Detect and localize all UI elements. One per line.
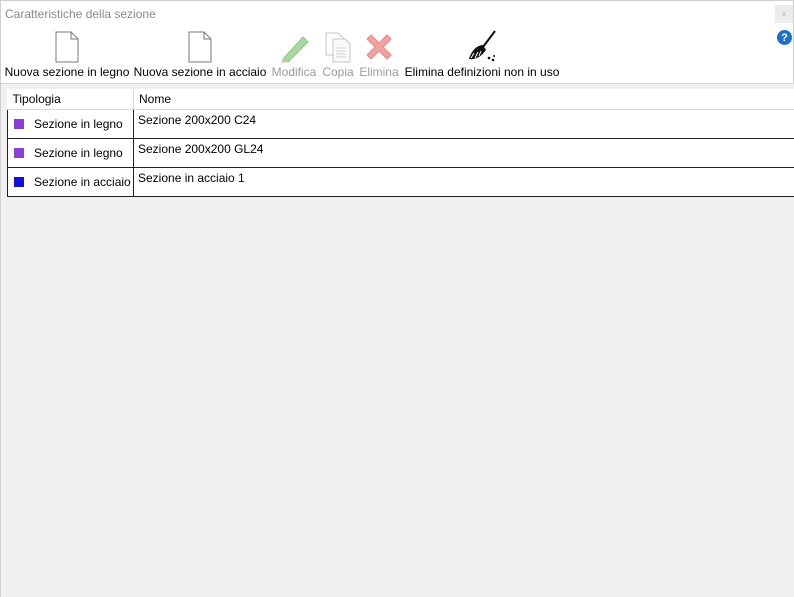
edit-label: Modifica bbox=[271, 65, 317, 79]
delete-x-icon bbox=[363, 27, 395, 65]
copy-label: Copia bbox=[322, 65, 354, 79]
title-bar: Caratteristiche della sezione × bbox=[1, 1, 794, 27]
new-document-icon bbox=[188, 27, 212, 65]
purge-unused-label: Elimina definizioni non in uso bbox=[404, 65, 560, 79]
close-icon: × bbox=[781, 9, 787, 19]
table-header-row: Tipologia Nome bbox=[7, 89, 794, 110]
table-row[interactable]: Sezione in acciaio Sezione in acciaio 1 bbox=[7, 166, 794, 197]
column-header-tipologia[interactable]: Tipologia bbox=[7, 89, 134, 110]
edit-button[interactable]: Modifica bbox=[269, 27, 319, 83]
tipologia-label: Sezione in legno bbox=[34, 145, 123, 160]
section-color-swatch bbox=[14, 118, 24, 129]
window-title: Caratteristiche della sezione bbox=[5, 7, 156, 21]
tipologia-label: Sezione in legno bbox=[34, 116, 123, 131]
column-header-nome[interactable]: Nome bbox=[133, 89, 794, 110]
broom-icon bbox=[465, 27, 499, 65]
section-color-swatch bbox=[14, 176, 24, 187]
table-row[interactable]: Sezione in legno Sezione 200x200 C24 bbox=[7, 108, 794, 139]
new-wood-section-label: Nuova sezione in legno bbox=[4, 65, 130, 79]
sections-grid-area: Tipologia Nome Sezione in legno Sezione … bbox=[1, 83, 794, 597]
new-document-icon bbox=[55, 27, 79, 65]
delete-button[interactable]: Elimina bbox=[358, 27, 400, 83]
nome-cell[interactable]: Sezione 200x200 C24 bbox=[133, 108, 794, 139]
nome-cell[interactable]: Sezione in acciaio 1 bbox=[133, 166, 794, 197]
delete-label: Elimina bbox=[359, 65, 399, 79]
close-button[interactable]: × bbox=[775, 5, 793, 23]
copy-button[interactable]: Copia bbox=[321, 27, 355, 83]
table-row[interactable]: Sezione in legno Sezione 200x200 GL24 bbox=[7, 137, 794, 168]
tipologia-cell[interactable]: Sezione in legno bbox=[7, 108, 134, 139]
tipologia-cell[interactable]: Sezione in legno bbox=[7, 137, 134, 168]
new-steel-section-button[interactable]: Nuova sezione in acciaio bbox=[134, 27, 266, 83]
tipologia-cell[interactable]: Sezione in acciaio bbox=[7, 166, 134, 197]
pencil-icon bbox=[277, 27, 311, 65]
new-steel-section-label: Nuova sezione in acciaio bbox=[133, 65, 267, 79]
purge-unused-button[interactable]: Elimina definizioni non in uso bbox=[403, 27, 561, 83]
tipologia-label: Sezione in acciaio bbox=[34, 174, 131, 189]
new-wood-section-button[interactable]: Nuova sezione in legno bbox=[4, 27, 130, 83]
toolbar: Nuova sezione in legno Nuova sezione in … bbox=[1, 27, 794, 83]
section-color-swatch bbox=[14, 147, 24, 158]
sections-table: Tipologia Nome Sezione in legno Sezione … bbox=[7, 89, 794, 197]
copy-icon bbox=[324, 27, 352, 65]
dialog-window: Caratteristiche della sezione × ? Nuova … bbox=[0, 0, 794, 597]
nome-cell[interactable]: Sezione 200x200 GL24 bbox=[133, 137, 794, 168]
